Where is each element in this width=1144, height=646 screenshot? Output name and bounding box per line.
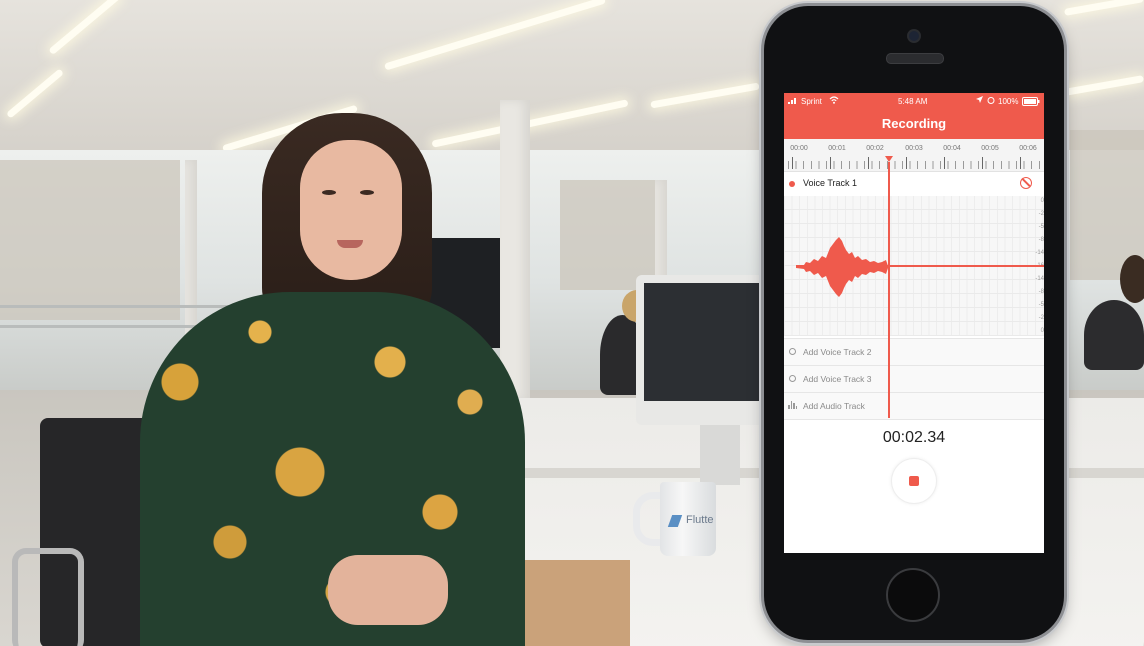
home-button[interactable] xyxy=(886,568,940,622)
outside-building xyxy=(0,160,180,320)
woman-face xyxy=(300,140,402,280)
stop-recording-button[interactable] xyxy=(892,459,936,503)
db-label: -2 xyxy=(1038,211,1044,217)
ruler-label: 00:00 xyxy=(790,145,808,152)
monitor-stand xyxy=(700,425,740,485)
mute-track-icon[interactable] xyxy=(1020,177,1032,189)
mug-text: Flutte xyxy=(686,514,714,526)
ruler-label: 00:06 xyxy=(1019,145,1037,152)
add-voice-track-2-row[interactable]: Add Voice Track 2 xyxy=(784,338,1044,365)
battery-icon xyxy=(1022,97,1040,108)
earpiece-speaker xyxy=(886,53,944,64)
ruler-label: 00:04 xyxy=(943,145,961,152)
audio-waveform xyxy=(796,237,888,297)
track-header[interactable]: Voice Track 1 xyxy=(784,172,1044,196)
timeline-ruler[interactable]: 00:00 00:01 00:02 00:03 00:04 00:05 00:0… xyxy=(784,139,1044,172)
add-row-label: Add Audio Track xyxy=(803,401,865,411)
app-screen: Sprint 5:48 AM 100% Recording 00:00 00:0… xyxy=(784,93,1044,553)
elapsed-timer: 00:02.34 xyxy=(882,429,946,446)
stop-icon xyxy=(909,476,919,486)
ruler-major-ticks xyxy=(792,157,1044,169)
record-indicator-icon xyxy=(789,181,795,187)
circle-icon xyxy=(789,348,796,355)
db-label: -8 xyxy=(1038,237,1044,243)
mouth xyxy=(337,240,363,248)
db-label: -5 xyxy=(1038,302,1044,308)
battery-percent: 100% xyxy=(998,97,1019,106)
ruler-label: 00:03 xyxy=(905,145,923,152)
db-label: -14 xyxy=(1035,276,1044,282)
location-icon xyxy=(976,96,983,106)
db-label: -5 xyxy=(1038,224,1044,230)
clock: 5:48 AM xyxy=(898,97,928,106)
carrier-label: Sprint xyxy=(801,97,822,106)
pillar xyxy=(500,100,530,400)
circle-icon xyxy=(789,375,796,382)
db-label: -2 xyxy=(1038,315,1044,321)
db-label: 0 xyxy=(1040,328,1044,334)
add-voice-track-3-row[interactable]: Add Voice Track 3 xyxy=(784,365,1044,392)
front-camera-icon xyxy=(909,31,919,41)
track-name: Voice Track 1 xyxy=(803,178,858,188)
alarm-icon xyxy=(987,96,995,106)
background-person xyxy=(1084,300,1144,370)
chair-arm xyxy=(12,548,84,646)
ruler-label: 00:02 xyxy=(866,145,884,152)
background-person-head xyxy=(1120,255,1144,303)
wifi-icon xyxy=(829,96,839,106)
eye xyxy=(360,190,374,195)
db-label: -8 xyxy=(1038,289,1044,295)
page-title: Recording xyxy=(784,111,1044,139)
add-row-label: Add Voice Track 2 xyxy=(803,347,872,357)
add-row-label: Add Voice Track 3 xyxy=(803,374,872,384)
ruler-label: 00:05 xyxy=(981,145,999,152)
waveform-area[interactable]: 0 -2 -5 -8 -14 -16 -14 -8 -5 -2 0 xyxy=(784,196,1044,336)
eye xyxy=(322,190,336,195)
outside-building xyxy=(560,180,660,290)
hands xyxy=(328,555,448,625)
imac-monitor xyxy=(636,275,776,425)
db-label: -14 xyxy=(1035,250,1044,256)
ruler-label: 00:01 xyxy=(828,145,846,152)
signal-icon xyxy=(788,97,798,106)
audio-wave-icon xyxy=(788,401,798,411)
db-label: 0 xyxy=(1040,198,1044,204)
add-audio-track-row[interactable]: Add Audio Track xyxy=(784,392,1044,420)
playhead-line[interactable] xyxy=(888,162,890,418)
status-bar: Sprint 5:48 AM 100% xyxy=(784,93,1044,111)
